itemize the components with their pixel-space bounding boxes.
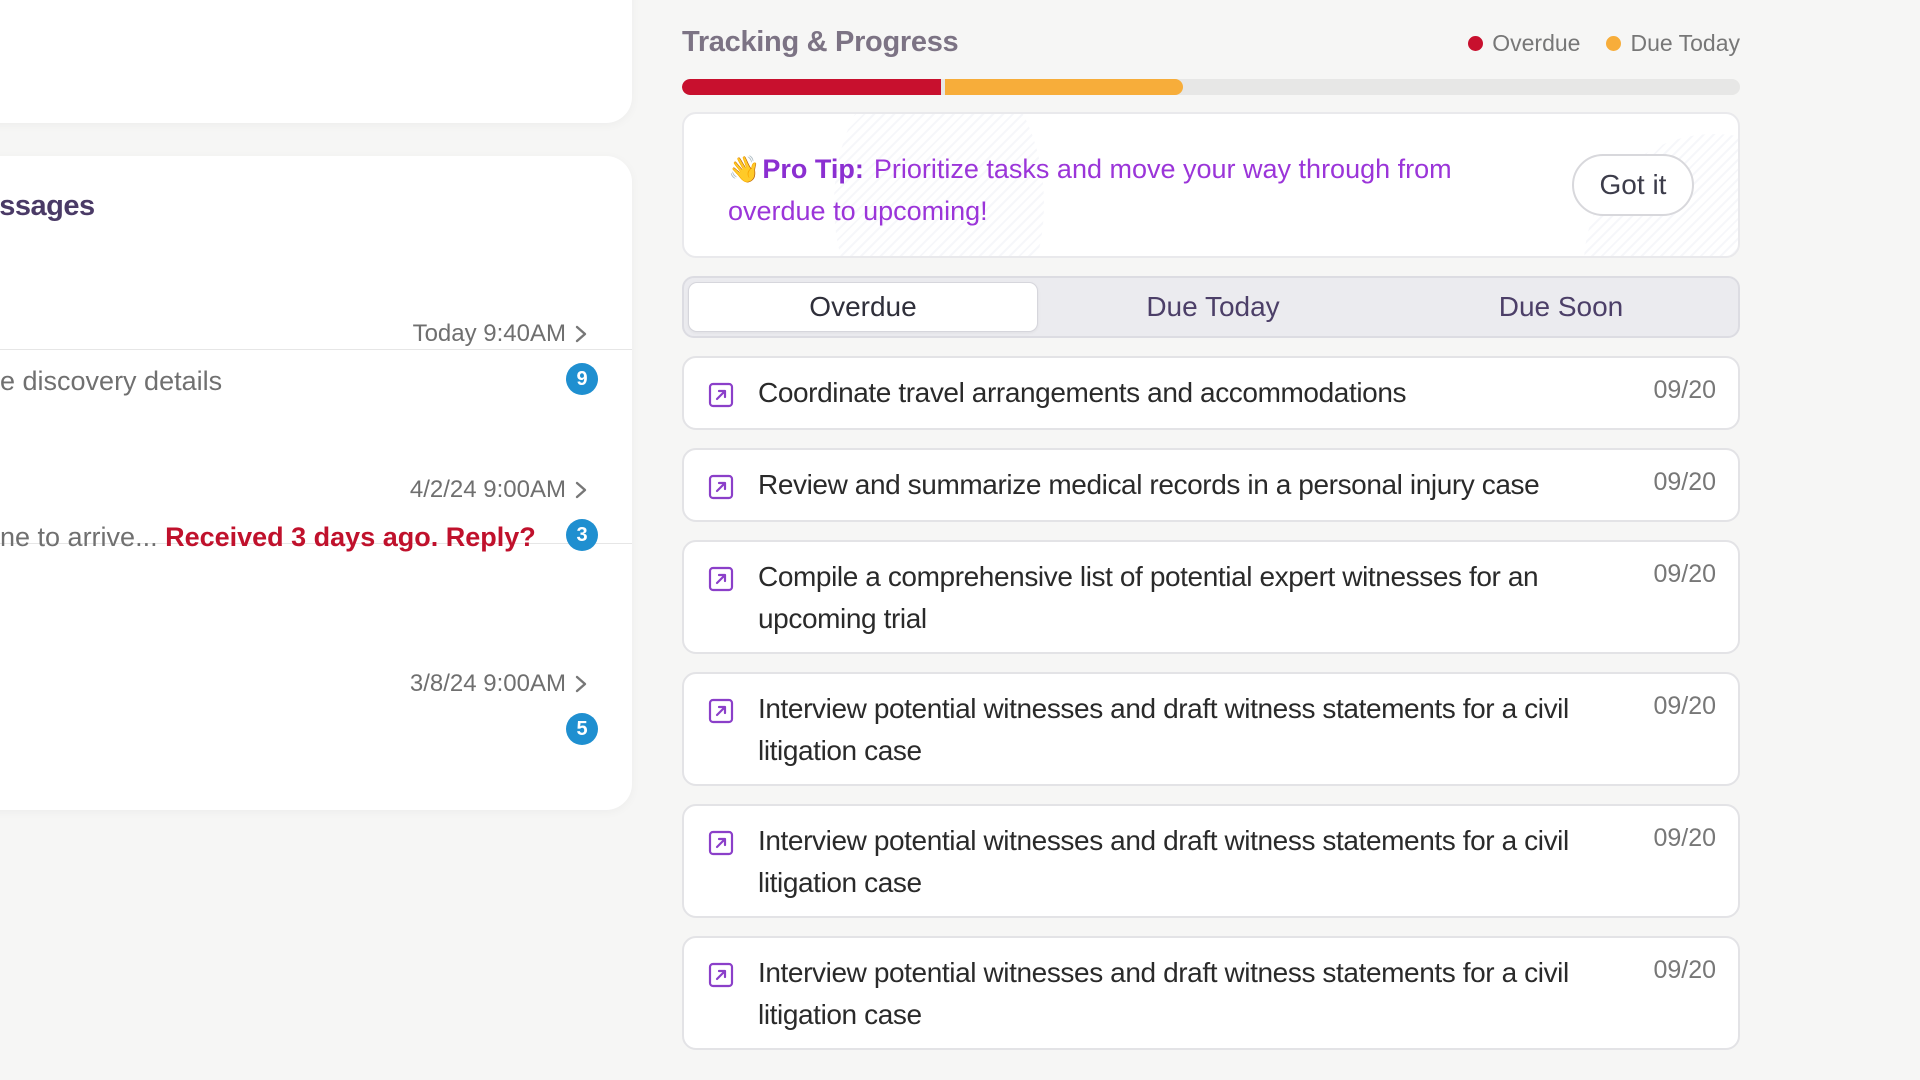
due-today-dot-icon bbox=[1606, 36, 1622, 51]
pro-tip-text: 👋Pro Tip: Prioritize tasks and move your … bbox=[728, 148, 1548, 232]
task-due-date: 09/20 bbox=[1653, 956, 1716, 984]
task-card[interactable]: Compile a comprehensive list of potentia… bbox=[682, 540, 1740, 654]
got-it-button[interactable]: Got it bbox=[1572, 154, 1694, 216]
pro-tip-label: Pro Tip: bbox=[762, 154, 864, 184]
tab-due-soon[interactable]: Due Soon bbox=[1386, 282, 1736, 332]
open-task-icon[interactable] bbox=[708, 830, 734, 856]
legend-item-overdue: Overdue bbox=[1468, 30, 1580, 57]
message-time: Today 9:40AM bbox=[412, 320, 566, 347]
tracking-title: Tracking & Progress bbox=[682, 26, 959, 58]
task-filter-tabs: Overdue Due Today Due Soon bbox=[682, 276, 1740, 338]
task-title: Compile a comprehensive list of potentia… bbox=[758, 561, 1539, 634]
message-row[interactable]: Today 9:40AM e discovery details 9 bbox=[0, 156, 632, 396]
pro-tip-banner: 👋Pro Tip: Prioritize tasks and move your … bbox=[682, 112, 1740, 258]
chevron-right-icon[interactable] bbox=[570, 476, 592, 504]
progress-segment-due-today bbox=[945, 79, 1183, 95]
open-task-icon[interactable] bbox=[708, 698, 734, 724]
task-title: Coordinate travel arrangements and accom… bbox=[758, 377, 1407, 408]
progress-legend: Overdue Due Today bbox=[1468, 30, 1740, 57]
chevron-right-icon[interactable] bbox=[570, 670, 592, 698]
message-time: 3/8/24 9:00AM bbox=[409, 670, 566, 697]
task-title: Interview potential witnesses and draft … bbox=[758, 693, 1569, 766]
open-task-icon[interactable] bbox=[708, 962, 734, 988]
legend-label: Overdue bbox=[1492, 30, 1581, 56]
legend-item-due-today: Due Today bbox=[1606, 30, 1740, 57]
progress-bar bbox=[682, 79, 1740, 95]
open-task-icon[interactable] bbox=[708, 382, 734, 408]
overdue-dot-icon bbox=[1468, 36, 1484, 51]
message-time: 4/2/24 9:00AM bbox=[409, 476, 566, 503]
progress-segment-overdue bbox=[682, 79, 941, 95]
task-due-date: 09/20 bbox=[1653, 560, 1716, 588]
task-due-date: 09/20 bbox=[1653, 692, 1716, 720]
open-task-icon[interactable] bbox=[708, 566, 734, 592]
task-card[interactable]: Interview potential witnesses and draft … bbox=[682, 672, 1740, 786]
unread-count-badge: 5 bbox=[566, 713, 598, 745]
tab-overdue[interactable]: Overdue bbox=[688, 282, 1038, 332]
message-row[interactable]: 3/8/24 9:00AM 5 bbox=[0, 544, 632, 745]
tab-due-today[interactable]: Due Today bbox=[1038, 282, 1388, 332]
task-title: Interview potential witnesses and draft … bbox=[758, 957, 1569, 1030]
legend-label: Due Today bbox=[1630, 30, 1740, 56]
task-card[interactable]: Interview potential witnesses and draft … bbox=[682, 804, 1740, 918]
task-due-date: 09/20 bbox=[1653, 824, 1716, 852]
task-due-date: 09/20 bbox=[1653, 376, 1716, 404]
app-canvas: Messages Today 9:40AM e discovery detail… bbox=[0, 0, 1920, 1080]
task-card[interactable]: Review and summarize medical records in … bbox=[682, 448, 1740, 522]
task-due-date: 09/20 bbox=[1653, 468, 1716, 496]
messages-card: Messages Today 9:40AM e discovery detail… bbox=[0, 156, 632, 810]
message-row[interactable]: 4/2/24 9:00AM ne to arrive... Received 3… bbox=[0, 350, 632, 552]
summary-card bbox=[0, 0, 632, 123]
task-title: Interview potential witnesses and draft … bbox=[758, 825, 1569, 898]
task-title: Review and summarize medical records in … bbox=[758, 469, 1540, 500]
chevron-right-icon[interactable] bbox=[570, 320, 592, 348]
task-card[interactable]: Interview potential witnesses and draft … bbox=[682, 936, 1740, 1050]
task-card[interactable]: Coordinate travel arrangements and accom… bbox=[682, 356, 1740, 430]
open-task-icon[interactable] bbox=[708, 474, 734, 500]
waving-hand-icon: 👋 bbox=[728, 154, 761, 184]
